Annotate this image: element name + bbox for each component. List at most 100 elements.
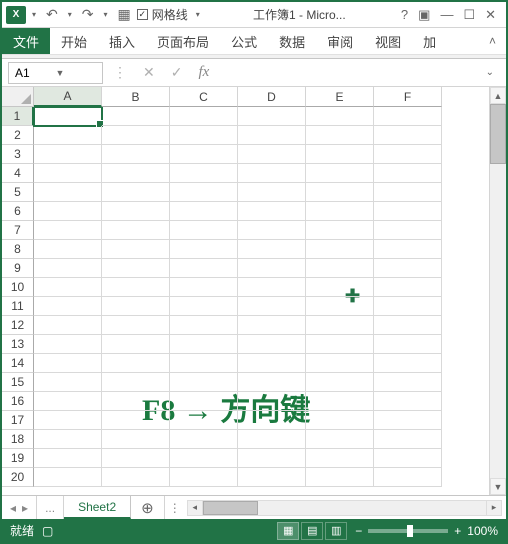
cell[interactable] — [374, 183, 442, 202]
cell[interactable] — [238, 335, 306, 354]
cell[interactable] — [306, 392, 374, 411]
cell[interactable] — [306, 221, 374, 240]
cell[interactable] — [34, 468, 102, 487]
macro-record-icon[interactable]: ▢ — [42, 524, 53, 538]
grid-row[interactable]: 12 — [2, 316, 489, 335]
cell[interactable] — [170, 126, 238, 145]
grid-row[interactable]: 8 — [2, 240, 489, 259]
cell[interactable] — [374, 107, 442, 126]
cell[interactable] — [374, 354, 442, 373]
vertical-scrollbar[interactable]: ▲ ▼ — [489, 87, 506, 495]
cell[interactable] — [238, 259, 306, 278]
cell[interactable] — [102, 316, 170, 335]
sheet-nav[interactable]: ◂▸ — [2, 496, 37, 519]
sheet-tab[interactable]: Sheet2 — [64, 496, 131, 519]
cell[interactable] — [34, 240, 102, 259]
cell[interactable] — [306, 430, 374, 449]
cell[interactable] — [306, 354, 374, 373]
col-header[interactable]: B — [102, 87, 170, 107]
cell[interactable] — [102, 259, 170, 278]
cell[interactable] — [102, 430, 170, 449]
cell[interactable] — [306, 183, 374, 202]
tab-review[interactable]: 审阅 — [316, 28, 364, 54]
zoom-level[interactable]: 100% — [467, 524, 498, 538]
view-layout-icon[interactable]: ▤ — [301, 522, 323, 540]
cell[interactable] — [374, 297, 442, 316]
cell[interactable] — [102, 449, 170, 468]
options-icon[interactable]: ⋮ — [107, 64, 133, 81]
cell[interactable] — [306, 335, 374, 354]
cell[interactable] — [238, 278, 306, 297]
col-header[interactable]: F — [374, 87, 442, 107]
row-header[interactable]: 17 — [2, 411, 34, 430]
cell[interactable] — [34, 430, 102, 449]
ribbon-options-icon[interactable]: ▣ — [418, 7, 430, 23]
cell[interactable] — [238, 468, 306, 487]
tab-data[interactable]: 数据 — [268, 28, 316, 54]
cell[interactable] — [306, 316, 374, 335]
cell[interactable] — [170, 373, 238, 392]
row-header[interactable]: 5 — [2, 183, 34, 202]
expand-formula-bar-icon[interactable]: ⌄ — [480, 67, 500, 78]
select-all-corner[interactable] — [2, 87, 34, 107]
cell[interactable] — [374, 373, 442, 392]
cell[interactable] — [306, 126, 374, 145]
tab-home[interactable]: 开始 — [50, 28, 98, 54]
cell[interactable] — [34, 354, 102, 373]
cell[interactable] — [238, 449, 306, 468]
cell[interactable] — [306, 468, 374, 487]
zoom-in-icon[interactable]: + — [454, 524, 461, 538]
cell[interactable] — [306, 145, 374, 164]
maximize-icon[interactable]: ☐ — [463, 7, 475, 23]
cell[interactable] — [170, 449, 238, 468]
cell[interactable] — [170, 259, 238, 278]
grid-row[interactable]: 17 — [2, 411, 489, 430]
grid-row[interactable]: 1 — [2, 107, 489, 126]
scroll-right-icon[interactable]: ▸ — [486, 500, 502, 516]
cell[interactable] — [34, 392, 102, 411]
cell[interactable] — [170, 145, 238, 164]
add-sheet-button[interactable]: ⊕ — [131, 496, 164, 519]
grid-icon[interactable]: ▦ — [114, 6, 135, 23]
cell[interactable] — [374, 392, 442, 411]
cell[interactable] — [102, 221, 170, 240]
cell[interactable] — [34, 202, 102, 221]
grid-row[interactable]: 19 — [2, 449, 489, 468]
cell[interactable] — [102, 335, 170, 354]
row-header[interactable]: 3 — [2, 145, 34, 164]
view-pagebreak-icon[interactable]: ▥ — [325, 522, 347, 540]
cell[interactable] — [170, 202, 238, 221]
cell[interactable] — [102, 373, 170, 392]
grid-row[interactable]: 16 — [2, 392, 489, 411]
grid-row[interactable]: 2 — [2, 126, 489, 145]
cell[interactable] — [374, 316, 442, 335]
zoom-control[interactable]: − + 100% — [355, 524, 498, 538]
cell[interactable] — [374, 240, 442, 259]
cell[interactable] — [306, 240, 374, 259]
tab-addins[interactable]: 加 — [412, 28, 447, 54]
cell[interactable] — [102, 183, 170, 202]
cell[interactable] — [34, 278, 102, 297]
cell[interactable] — [306, 297, 374, 316]
fx-icon[interactable]: fx — [192, 64, 215, 81]
cell[interactable] — [170, 278, 238, 297]
cell[interactable] — [238, 354, 306, 373]
chevron-down-icon[interactable]: ▼ — [56, 68, 97, 78]
cell[interactable] — [170, 468, 238, 487]
cell[interactable] — [34, 164, 102, 183]
cell[interactable] — [374, 449, 442, 468]
cell[interactable] — [102, 202, 170, 221]
grid-row[interactable]: 11 — [2, 297, 489, 316]
row-header[interactable]: 2 — [2, 126, 34, 145]
cell[interactable] — [34, 316, 102, 335]
cell[interactable] — [238, 297, 306, 316]
scroll-down-icon[interactable]: ▼ — [490, 478, 506, 495]
cell[interactable] — [102, 392, 170, 411]
scroll-thumb[interactable] — [490, 104, 506, 164]
name-box[interactable]: A1 ▼ — [8, 62, 103, 84]
col-header[interactable]: E — [306, 87, 374, 107]
cell[interactable] — [102, 126, 170, 145]
qat-customize-icon[interactable]: ▾ — [28, 10, 40, 19]
zoom-out-icon[interactable]: − — [355, 524, 362, 538]
cell[interactable] — [374, 145, 442, 164]
